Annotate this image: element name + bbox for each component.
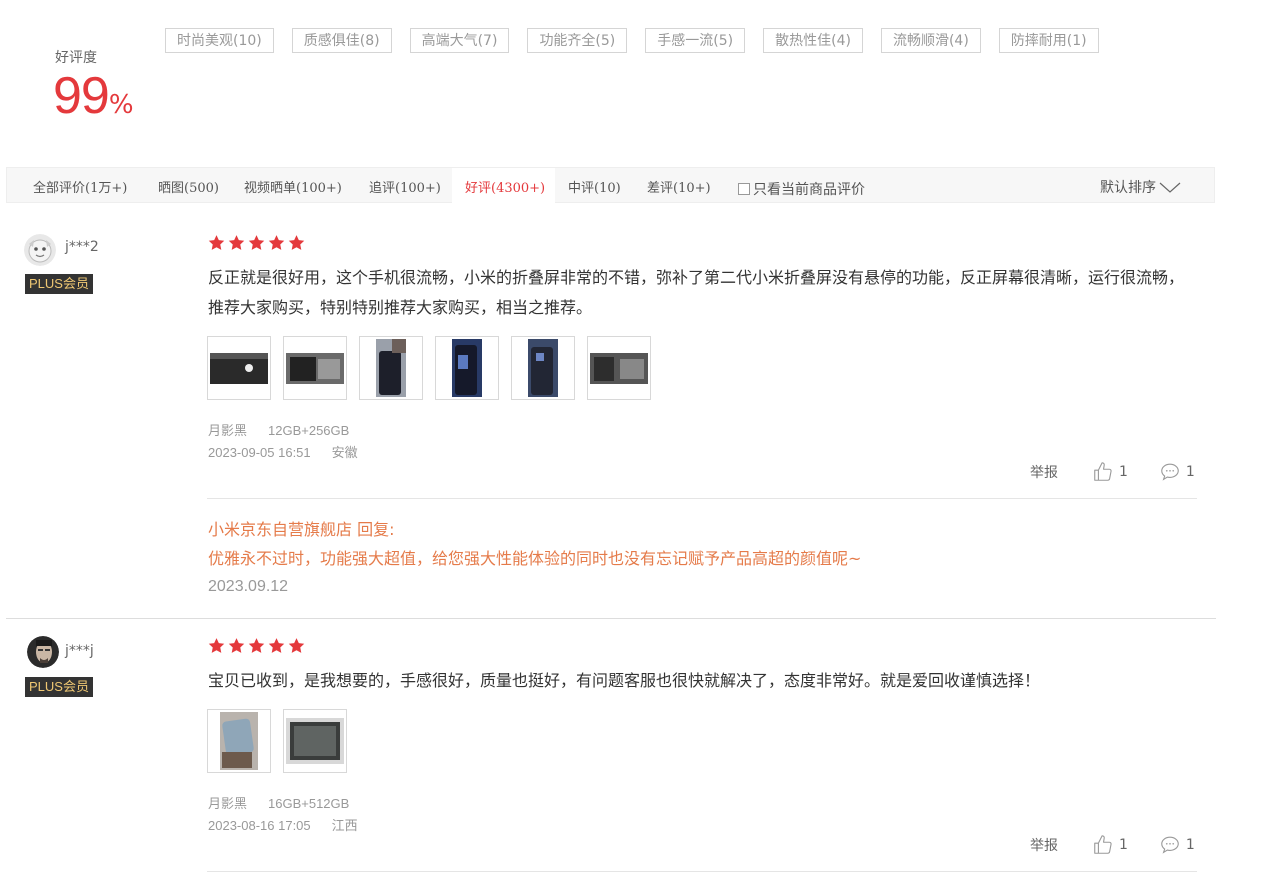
reply-count: 1 — [1185, 464, 1195, 480]
filter-all[interactable]: 全部评价(1万+) — [33, 177, 127, 196]
reply-separator — [207, 498, 1197, 499]
filter-positive[interactable]: 好评(4300+) — [465, 177, 545, 196]
star-icon — [248, 638, 265, 653]
thumbs-up-icon — [1094, 462, 1112, 481]
seller-reply: 小米京东自营旗舰店 回复: 优雅永不过时，功能强大超值，给您强大性能体验的同时也… — [208, 515, 861, 573]
rating-label: 好评度 — [55, 50, 97, 66]
comment-bottom-separator — [207, 871, 1197, 872]
checkbox-box[interactable] — [738, 183, 750, 195]
username: j***j — [65, 643, 94, 659]
plus-member-badge: PLUS会员 — [25, 274, 93, 294]
filter-videos[interactable]: 视频晒单(100+) — [244, 177, 342, 196]
review-image[interactable] — [587, 336, 651, 400]
product-specs: 月影黑 16GB+512GB — [208, 793, 370, 812]
rating-percentage: 99 — [53, 67, 110, 125]
rating-percent-sign: % — [108, 90, 134, 120]
like-count: 1 — [1119, 837, 1128, 853]
tag-6[interactable]: 散热性佳(4) — [763, 28, 863, 53]
tag-7[interactable]: 流畅顺滑(4) — [880, 28, 981, 53]
filter-followup[interactable]: 追评(100+) — [369, 177, 441, 196]
comment-text: 反正就是很好用，这个手机很流畅，小米的折叠屏非常的不错，弥补了第二代小米折叠屏没… — [208, 268, 1185, 317]
product-color: 月影黑 — [208, 423, 248, 438]
reply-title: 小米京东自营旗舰店 回复: — [208, 520, 395, 539]
reply-date: 2023.09.12 — [208, 578, 289, 595]
star-icon — [228, 638, 245, 653]
comment-text: 宝贝已收到，是我想要的，手感很好，质量也挺好，有问题客服也很快就解决了，态度非常… — [208, 671, 1041, 690]
report-button[interactable]: 举报 — [1030, 462, 1058, 482]
comment-meta: 2023-08-16 17:05 江西 — [208, 815, 379, 834]
comment-divider — [6, 618, 1216, 619]
star-icon — [248, 235, 265, 250]
plus-member-badge: PLUS会员 — [25, 677, 93, 697]
review-image[interactable] — [207, 709, 271, 773]
comment-meta: 2023-09-05 16:51 安徽 — [208, 442, 379, 461]
comment-location: 安徽 — [331, 445, 358, 460]
comment-images — [207, 336, 663, 400]
review-image[interactable] — [283, 709, 347, 773]
review-image[interactable] — [207, 336, 271, 400]
reply-count-button[interactable]: 1 — [1159, 461, 1195, 483]
username: j***2 — [65, 239, 99, 255]
star-rating — [207, 637, 307, 655]
star-icon — [288, 638, 305, 653]
thumbs-up-icon — [1094, 835, 1112, 854]
filter-neutral[interactable]: 中评(10) — [568, 177, 621, 196]
filter-photos[interactable]: 晒图(500) — [158, 177, 219, 196]
tag-8[interactable]: 防摔耐用(1) — [998, 28, 1099, 53]
rating-value: 99% — [53, 66, 134, 126]
comment-date: 2023-08-16 17:05 — [208, 818, 311, 833]
reply-text: 优雅永不过时，功能强大超值，给您强大性能体验的同时也没有忘记赋予产品高超的颜值呢… — [208, 549, 862, 568]
comment-bubble-icon — [1161, 836, 1179, 854]
tag-1[interactable]: 时尚美观(10) — [165, 28, 274, 53]
comment-actions: 举报 1 1 — [1030, 834, 1195, 856]
star-icon — [208, 235, 225, 250]
filter-bar: 全部评价(1万+) 晒图(500) 视频晒单(100+) 追评(100+) 好评… — [6, 167, 1215, 203]
like-count: 1 — [1119, 464, 1128, 480]
current-product-only-checkbox[interactable]: 只看当前商品评价 — [738, 179, 865, 199]
like-button[interactable]: 1 — [1092, 461, 1128, 483]
review-image[interactable] — [283, 336, 347, 400]
review-image[interactable] — [511, 336, 575, 400]
checkbox-label: 只看当前商品评价 — [753, 182, 865, 198]
sort-dropdown[interactable]: 默认排序 — [1100, 177, 1181, 197]
sort-label: 默认排序 — [1100, 180, 1156, 196]
like-button[interactable]: 1 — [1092, 834, 1128, 856]
reply-count: 1 — [1185, 837, 1195, 853]
review-image[interactable] — [359, 336, 423, 400]
avatar[interactable] — [27, 636, 59, 668]
product-specs: 月影黑 12GB+256GB — [208, 420, 370, 439]
star-icon — [288, 235, 305, 250]
star-icon — [268, 638, 285, 653]
product-spec: 16GB+512GB — [268, 796, 350, 811]
product-color: 月影黑 — [208, 796, 248, 811]
comment-bubble-icon — [1161, 463, 1179, 481]
star-icon — [208, 638, 225, 653]
comment-location: 江西 — [331, 818, 358, 833]
comment-item: j***j PLUS会员 宝贝已收到，是我想要的，手感很好，质量也挺好，有问题客… — [0, 623, 1216, 877]
avatar[interactable] — [24, 234, 56, 266]
tag-3[interactable]: 高端大气(7) — [409, 28, 510, 53]
review-image[interactable] — [435, 336, 499, 400]
tag-4[interactable]: 功能齐全(5) — [527, 28, 628, 53]
tag-2[interactable]: 质感俱佳(8) — [291, 28, 392, 53]
comment-actions: 举报 1 1 — [1030, 461, 1195, 483]
star-rating — [207, 234, 307, 252]
impression-tags: 时尚美观(10) 质感俱佳(8) 高端大气(7) 功能齐全(5) 手感一流(5)… — [165, 28, 1117, 53]
comment-images — [207, 709, 359, 773]
product-spec: 12GB+256GB — [268, 423, 350, 438]
star-icon — [228, 235, 245, 250]
chevron-down-icon — [1159, 182, 1181, 193]
comment-item: j***2 PLUS会员 反正就是很好用，这个手机很流畅，小米的折叠屏非常的不错… — [0, 220, 1216, 618]
tag-5[interactable]: 手感一流(5) — [645, 28, 746, 53]
comment-date: 2023-09-05 16:51 — [208, 445, 311, 460]
report-button[interactable]: 举报 — [1030, 835, 1058, 855]
reply-count-button[interactable]: 1 — [1159, 834, 1195, 856]
star-icon — [268, 235, 285, 250]
filter-negative[interactable]: 差评(10+) — [647, 177, 711, 196]
